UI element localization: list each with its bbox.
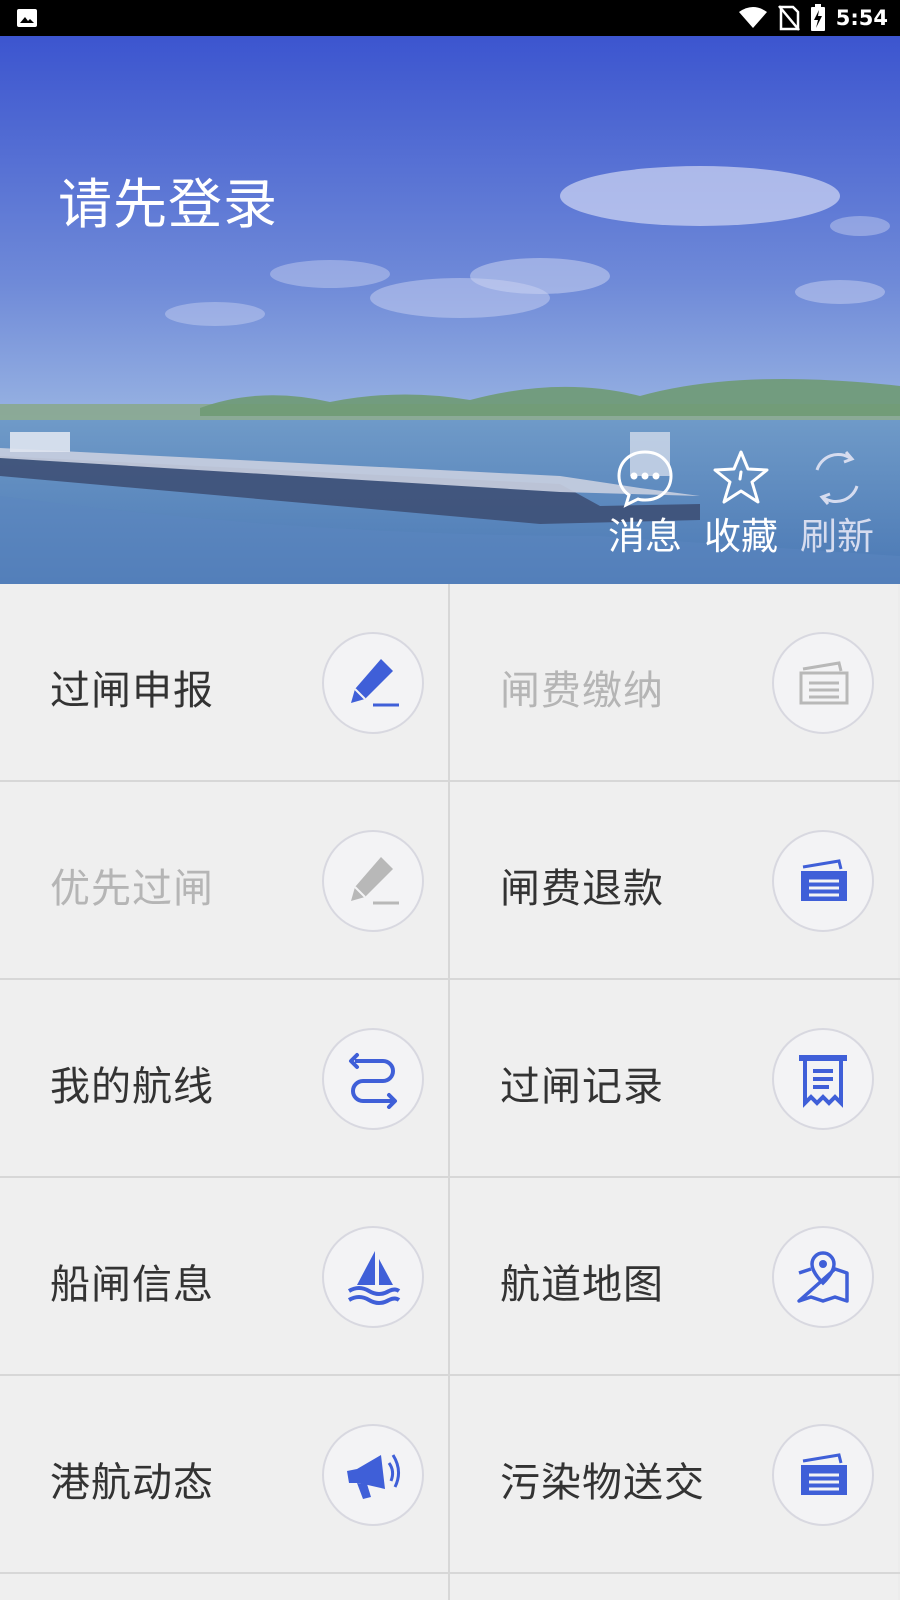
menu-item-priority-passage[interactable]: 优先过闸: [0, 782, 448, 978]
menu-item-lock-fee-payment[interactable]: 闸费缴纳: [450, 584, 898, 780]
menu-item-icon-circle: [772, 830, 874, 932]
login-prompt[interactable]: 请先登录: [58, 160, 278, 239]
route-icon: [349, 1053, 397, 1109]
star-icon: [713, 450, 769, 504]
menu-item-passage-records[interactable]: 过闸记录: [450, 980, 898, 1176]
menu-item-label: 航道地图: [500, 1262, 664, 1308]
banner-actions: 消息 收藏 刷新: [600, 448, 890, 568]
grid-divider: [0, 978, 900, 980]
menu-item-label: 污染物送交: [500, 1460, 705, 1506]
menu-item-label: 闸费退款: [500, 866, 664, 912]
header-banner: 请先登录 消息 收藏 刷新: [0, 36, 900, 584]
refresh-icon: [815, 451, 859, 505]
menu-item-icon-circle: [322, 1424, 424, 1526]
battery-charging-icon: [810, 4, 825, 31]
map-pin-icon: [797, 1251, 849, 1303]
grid-divider: [0, 780, 900, 782]
clock-time: 5:54: [835, 6, 888, 30]
ticket-icon: [801, 1453, 847, 1495]
menu-item-icon-circle: [772, 1424, 874, 1526]
favorites-button[interactable]: 收藏: [696, 448, 786, 560]
menu-grid: 过闸申报 闸费缴纳 优先过闸 闸费退款 我的航线 过闸记录 船闸信息 航道地图 …: [0, 584, 900, 1600]
menu-item-lock-fee-refund[interactable]: 闸费退款: [450, 782, 898, 978]
menu-item-icon-circle: [772, 1226, 874, 1328]
menu-item-partial[interactable]: [450, 1574, 898, 1600]
ticket-icon: [801, 859, 847, 901]
menu-item-icon-circle: [322, 1226, 424, 1328]
grid-divider: [0, 1374, 900, 1376]
menu-item-lock-info[interactable]: 船闸信息: [0, 1178, 448, 1374]
menu-item-waterway-map[interactable]: 航道地图: [450, 1178, 898, 1374]
messages-button[interactable]: 消息: [600, 448, 690, 560]
menu-item-port-shipping-news[interactable]: 港航动态: [0, 1376, 448, 1572]
menu-item-icon-circle: [322, 632, 424, 734]
receipt-icon: [799, 1055, 847, 1108]
megaphone-icon: [347, 1454, 400, 1499]
menu-item-pollutant-delivery[interactable]: 污染物送交: [450, 1376, 898, 1572]
status-bar: 5:54: [0, 0, 900, 36]
grid-divider-vertical: [448, 584, 450, 1600]
wifi-icon: [738, 7, 767, 28]
menu-item-icon-circle: [772, 632, 874, 734]
menu-item-icon-circle: [322, 1028, 424, 1130]
menu-item-icon-circle: [772, 1028, 874, 1130]
menu-item-lock-declaration[interactable]: 过闸申报: [0, 584, 448, 780]
menu-item-label: 过闸记录: [500, 1064, 664, 1110]
menu-item-label: 优先过闸: [50, 866, 214, 912]
refresh-label: 刷新: [800, 515, 874, 558]
menu-item-label: 船闸信息: [50, 1262, 214, 1308]
no-sim-icon: [777, 5, 800, 31]
grid-divider: [0, 1176, 900, 1178]
favorites-label: 收藏: [704, 515, 778, 558]
pencil-edit-icon: [351, 857, 399, 905]
menu-item-my-routes[interactable]: 我的航线: [0, 980, 448, 1176]
menu-item-label: 过闸申报: [50, 668, 214, 714]
menu-item-label: 我的航线: [50, 1064, 214, 1110]
ticket-icon: [799, 661, 849, 705]
messages-label: 消息: [608, 515, 682, 558]
message-icon: [617, 450, 673, 508]
pencil-edit-icon: [351, 659, 399, 707]
menu-item-icon-circle: [322, 830, 424, 932]
grid-divider: [0, 1572, 900, 1574]
sailboat-icon: [347, 1251, 401, 1305]
menu-item-label: 港航动态: [50, 1460, 214, 1506]
image-icon: [17, 9, 37, 27]
menu-item-label: 闸费缴纳: [500, 668, 664, 714]
menu-item-partial[interactable]: [0, 1574, 448, 1600]
refresh-button[interactable]: 刷新: [792, 448, 882, 560]
